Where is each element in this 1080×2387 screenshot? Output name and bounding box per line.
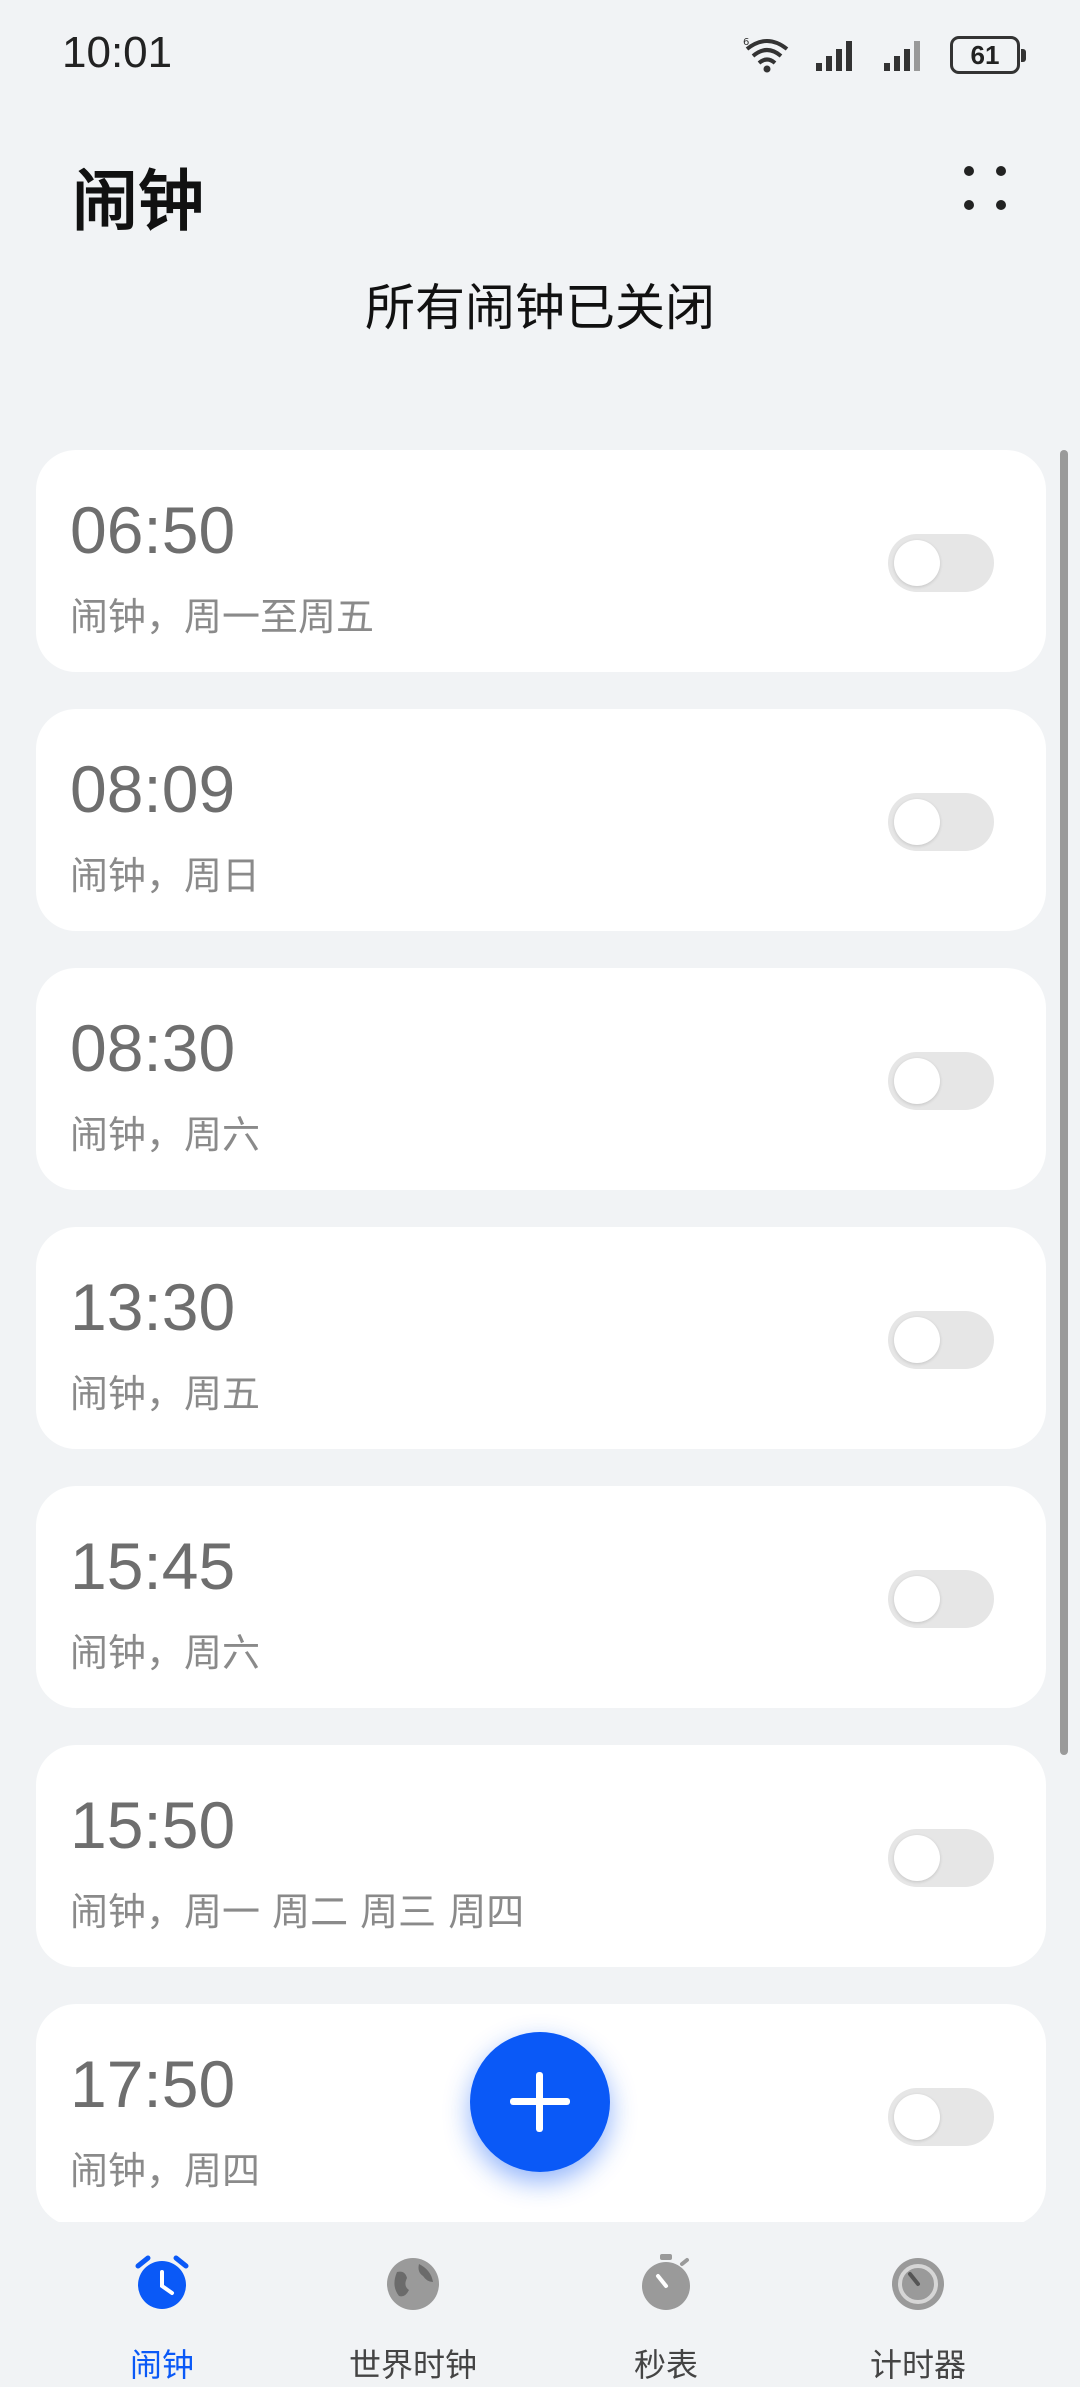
timer-icon <box>892 2258 944 2310</box>
alarm-list: 06:50 闹钟，周一至周五 08:09 闹钟，周日 08:30 闹钟，周六 1… <box>36 450 1046 2263</box>
add-alarm-button[interactable] <box>470 2032 610 2172</box>
toggle-knob <box>894 540 940 586</box>
toggle-knob <box>894 1317 940 1363</box>
toggle-knob <box>894 1576 940 1622</box>
alarm-repeat: 闹钟，周六 <box>70 1631 261 1675</box>
alarm-repeat: 闹钟，周四 <box>70 2149 261 2193</box>
tab-stopwatch[interactable]: 秒表 <box>566 2222 766 2387</box>
tab-label: 计时器 <box>869 2346 966 2384</box>
status-time: 10:01 <box>62 28 173 77</box>
alarm-clock-icon <box>135 2255 189 2309</box>
wifi-6-icon: 6 <box>743 37 789 73</box>
alarm-status-text: 所有闹钟已关闭 <box>365 279 715 337</box>
alarm-time: 17:50 <box>70 2047 236 2121</box>
alarm-toggle[interactable] <box>888 1829 994 1887</box>
tab-label: 秒表 <box>633 2346 698 2384</box>
toggle-knob <box>894 799 940 845</box>
alarm-repeat: 闹钟，周六 <box>70 1113 261 1157</box>
alarm-toggle[interactable] <box>888 2088 994 2146</box>
alarm-item[interactable]: 06:50 闹钟，周一至周五 <box>36 450 1046 672</box>
stopwatch-icon <box>642 2254 690 2310</box>
signal-icon <box>884 41 920 71</box>
bottom-nav: 闹钟 世界时钟 秒表 计时器 <box>0 2222 1080 2387</box>
tab-label: 世界时钟 <box>348 2346 477 2384</box>
tab-alarm[interactable]: 闹钟 <box>62 2222 262 2387</box>
status-bar: 10:01 6 61 <box>0 0 1080 110</box>
more-dots-icon[interactable] <box>950 158 1020 218</box>
battery-icon: 61 <box>950 36 1026 74</box>
alarm-item[interactable]: 08:09 闹钟，周日 <box>36 709 1046 931</box>
alarm-time: 08:30 <box>70 1011 236 1085</box>
toggle-knob <box>894 1835 940 1881</box>
alarm-toggle[interactable] <box>888 1052 994 1110</box>
alarm-toggle[interactable] <box>888 1311 994 1369</box>
alarm-toggle[interactable] <box>888 1570 994 1628</box>
tab-world-clock[interactable]: 世界时钟 <box>313 2222 513 2387</box>
status-icons: 6 61 <box>742 30 1026 80</box>
alarm-item[interactable]: 08:30 闹钟，周六 <box>36 968 1046 1190</box>
plus-icon-stroke <box>536 2072 543 2132</box>
page-title: 闹钟 <box>72 163 204 240</box>
alarm-time: 15:50 <box>70 1788 236 1862</box>
alarm-toggle[interactable] <box>888 793 994 851</box>
alarm-time: 06:50 <box>70 493 236 567</box>
alarm-item[interactable]: 15:50 闹钟，周一 周二 周三 周四 <box>36 1745 1046 1967</box>
toggle-knob <box>894 1058 940 1104</box>
alarm-repeat: 闹钟，周日 <box>70 854 261 898</box>
globe-icon <box>387 2258 439 2310</box>
alarm-time: 13:30 <box>70 1270 236 1344</box>
alarm-repeat: 闹钟，周一至周五 <box>70 595 375 639</box>
scrollbar[interactable] <box>1060 450 1068 1755</box>
alarm-toggle[interactable] <box>888 534 994 592</box>
tab-label: 闹钟 <box>129 2346 194 2384</box>
toggle-knob <box>894 2094 940 2140</box>
alarm-item[interactable]: 15:45 闹钟，周六 <box>36 1486 1046 1708</box>
alarm-time: 08:09 <box>70 752 236 826</box>
tab-timer[interactable]: 计时器 <box>818 2222 1018 2387</box>
alarm-time: 15:45 <box>70 1529 236 1603</box>
signal-icon <box>816 41 852 71</box>
alarm-repeat: 闹钟，周一 周二 周三 周四 <box>70 1890 525 1934</box>
alarm-repeat: 闹钟，周五 <box>70 1372 261 1416</box>
svg-text:6: 6 <box>743 37 749 48</box>
alarm-item[interactable]: 13:30 闹钟，周五 <box>36 1227 1046 1449</box>
